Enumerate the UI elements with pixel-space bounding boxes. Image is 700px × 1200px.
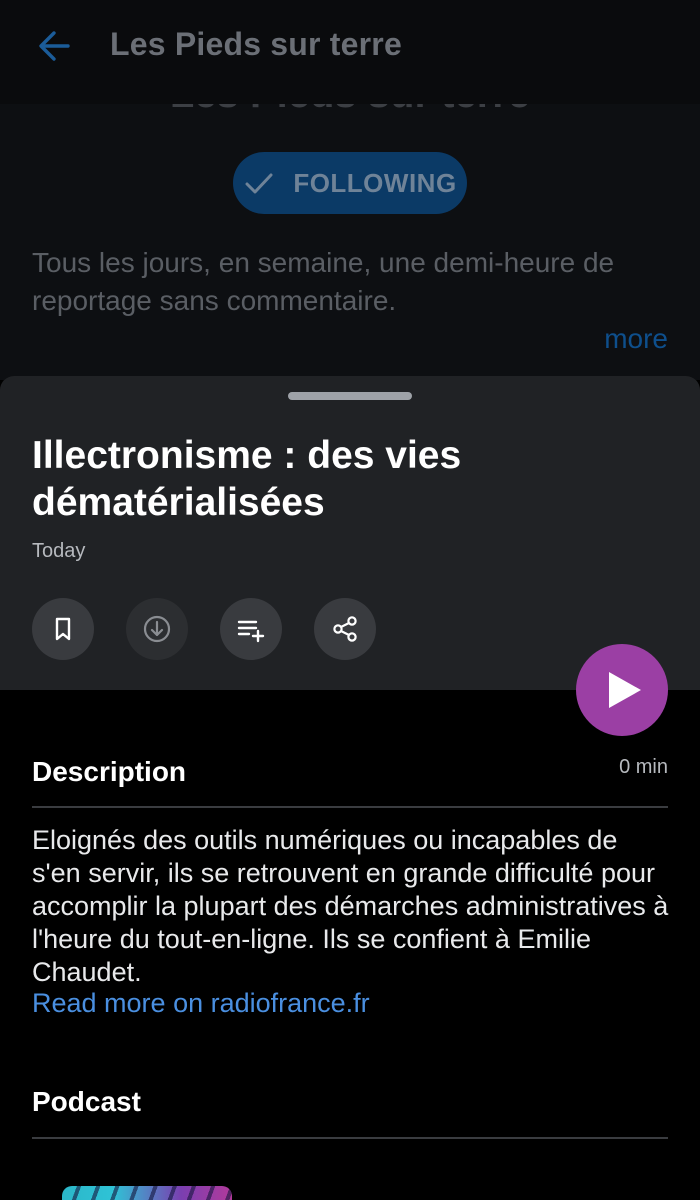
podcast-heading: Podcast <box>32 1086 141 1117</box>
following-button[interactable]: FOLLOWING <box>233 152 467 214</box>
description-heading: Description <box>32 756 187 787</box>
episode-bottom-sheet: Illectronisme : des vies dématérialisées… <box>0 376 700 1200</box>
podcast-description: Tous les jours, en semaine, une demi-heu… <box>32 247 615 316</box>
back-arrow-icon[interactable] <box>34 26 74 66</box>
add-to-queue-icon <box>237 620 265 643</box>
sheet-drag-handle[interactable] <box>288 392 412 400</box>
play-button[interactable] <box>576 644 668 736</box>
download-icon <box>143 615 171 643</box>
following-label: FOLLOWING <box>293 167 457 198</box>
episode-title: Illectronisme : des vies dématérialisées <box>32 434 462 524</box>
podcast-thumbnail-pattern <box>62 1186 232 1200</box>
share-button[interactable] <box>314 598 376 660</box>
episode-description: Eloignés des outils numériques ou incapa… <box>32 825 669 987</box>
download-button[interactable] <box>126 598 188 660</box>
episode-date: Today <box>32 540 86 562</box>
episode-duration: 0 min <box>619 756 668 778</box>
play-icon <box>609 672 641 708</box>
bookmark-icon <box>55 617 71 641</box>
podcast-divider <box>32 1137 668 1139</box>
appbar-title: Les Pieds sur terre <box>110 26 402 62</box>
read-more-link[interactable]: Read more on radiofrance.fr <box>32 988 370 1019</box>
more-link[interactable]: more <box>604 323 668 355</box>
check-icon <box>245 173 273 194</box>
background-page: Les Pieds sur terre Les Pieds sur terre … <box>0 0 700 380</box>
podcast-thumbnail[interactable] <box>62 1186 232 1200</box>
episode-header: Illectronisme : des vies dématérialisées… <box>0 376 700 690</box>
add-to-queue-button[interactable] <box>220 598 282 660</box>
share-icon <box>333 616 357 642</box>
description-divider <box>32 806 668 808</box>
app-bar: Les Pieds sur terre <box>0 0 700 104</box>
episode-actions <box>32 598 376 660</box>
bookmark-button[interactable] <box>32 598 94 660</box>
